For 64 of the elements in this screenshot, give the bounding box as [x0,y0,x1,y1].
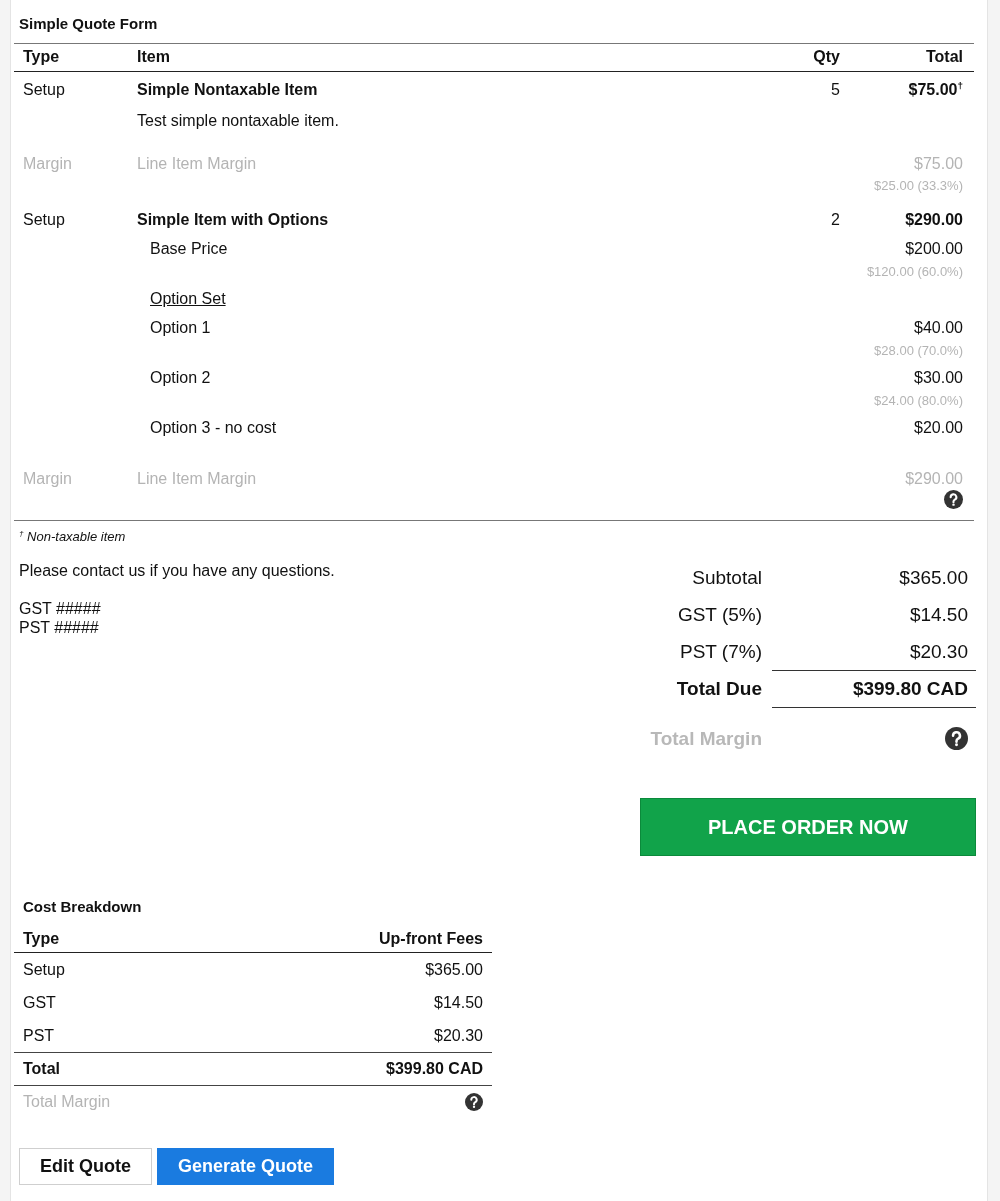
breakdown-type: Setup [23,960,65,979]
column-header: Qty [813,47,840,67]
summary-label: GST (5%) [677,603,762,626]
summary-value: $14.50 [909,603,968,626]
breakdown-amount: $14.50 [434,993,483,1012]
column-header: Type [23,47,60,67]
component-cost: $28.00 (70.0%) [874,343,963,359]
item-type: Setup [23,80,65,100]
option-set-heading: Option Set [150,289,226,309]
component-amount: $200.00 [905,239,963,259]
form-title: Simple Quote Form [19,14,158,34]
footnote: $^{†}$ Non-taxable item [19,529,126,545]
tax-number: GST ##### [19,599,101,618]
help-icon[interactable] [465,1093,483,1111]
help-icon[interactable] [944,490,963,509]
margin-type: Margin [23,469,72,489]
component-label: Option 2 [150,368,211,388]
component-cost: $120.00 (60.0%) [866,264,963,280]
item-total: $75.00$^{†}$ [908,80,963,100]
item-total: $290.00 [905,210,963,230]
item-name: Simple Nontaxable Item [137,80,318,100]
summary-value: $20.30 [909,640,968,663]
component-label: Base Price [150,239,228,259]
margin-amount: $75.00 [914,154,963,174]
margin-label: Line Item Margin [137,469,257,489]
component-cost: $24.00 (80.0%) [874,393,963,409]
breakdown-type: GST [23,993,56,1012]
summary-label: Total Margin [650,727,762,750]
component-label: Option 3 - no cost [150,418,277,438]
place-order-button[interactable]: PLACE ORDER NOW [640,798,976,856]
edit-quote-button[interactable]: Edit Quote [19,1148,152,1185]
component-amount: $20.00 [914,418,963,438]
margin-label: Line Item Margin [137,154,257,174]
column-header: Type [23,929,60,948]
contact-message: Please contact us if you have any questions. [19,561,335,581]
summary-label: PST (7%) [680,640,762,663]
summary-label: Subtotal [692,566,762,589]
breakdown-type: PST [23,1026,55,1045]
margin-amount: $290.00 [905,469,963,489]
item-quantity: 2 [831,210,840,230]
column-header: Item [137,47,170,67]
tax-number: PST ##### [19,618,99,637]
component-amount: $40.00 [914,318,963,338]
column-header: Total [925,47,963,67]
item-type: Setup [23,210,65,230]
section-title: Cost Breakdown [23,897,142,917]
breakdown-type: Total Margin [23,1093,111,1111]
item-name: Simple Item with Options [137,210,329,230]
summary-value: $399.80 CAD [852,678,968,700]
component-amount: $30.00 [914,368,963,388]
margin-type: Margin [23,154,72,174]
breakdown-amount: $365.00 [425,960,483,979]
breakdown-amount: $399.80 CAD [386,1060,483,1078]
breakdown-amount: $20.30 [434,1026,483,1045]
item-quantity: 5 [831,80,840,100]
column-header: Up-front Fees [379,929,483,948]
generate-quote-button[interactable]: Generate Quote [157,1148,335,1185]
item-description: Test simple nontaxable item. [137,111,339,131]
margin-detail: $25.00 (33.3%) [874,178,963,194]
help-icon[interactable] [945,727,968,750]
summary-value: $365.00 [899,566,968,589]
summary-label: Total Due [676,678,762,700]
component-label: Option 1 [150,318,211,338]
breakdown-type: Total [23,1060,61,1078]
